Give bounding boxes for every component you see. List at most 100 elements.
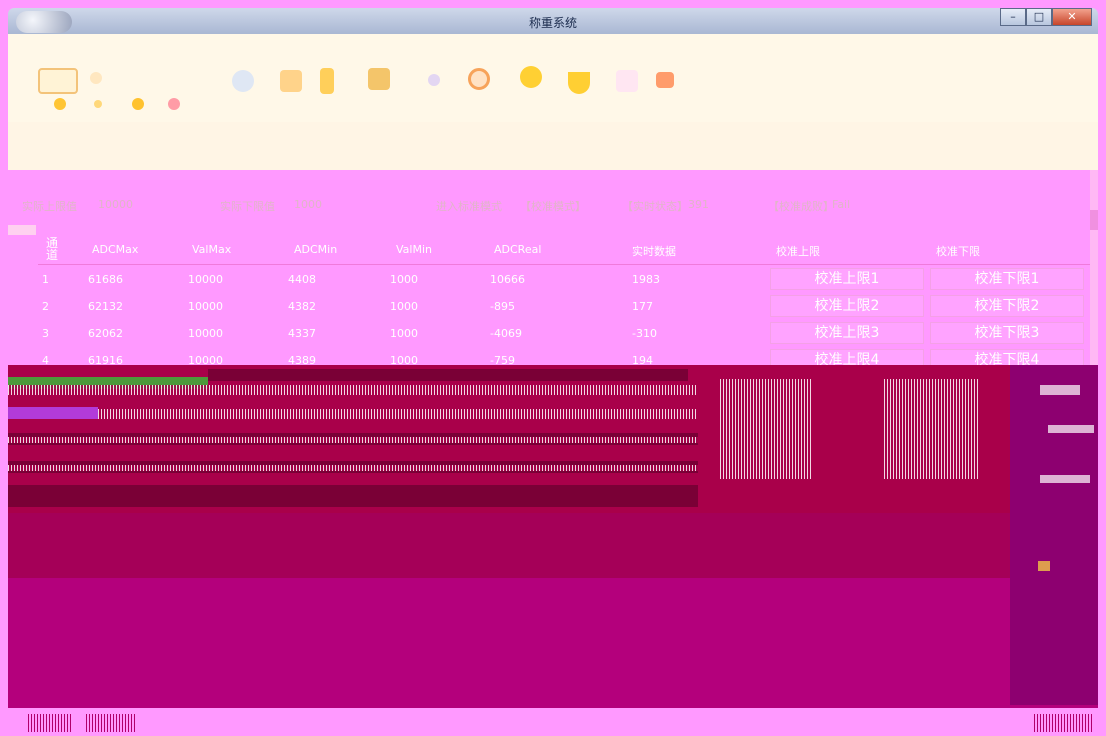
cell-valmax: 10000 (188, 273, 223, 286)
col-adcreal: ADCReal (494, 243, 542, 256)
cell-valmin: 1000 (390, 300, 418, 313)
star-icon[interactable] (320, 68, 334, 94)
calibration-result-label: 【校准成败】 (768, 200, 834, 213)
arrow-right-icon[interactable] (656, 72, 674, 88)
glitch-bit (1040, 385, 1080, 395)
col-valmin: ValMin (396, 243, 432, 256)
col-channel: 通道 (46, 236, 59, 262)
cell-adcmin: 4382 (288, 300, 316, 313)
calibrate-lower-button[interactable]: 校准下限3 (930, 322, 1084, 344)
dot-icon-1 (54, 98, 66, 110)
grid-corner (8, 225, 36, 235)
lower-band (8, 513, 1098, 578)
cell-adcmax: 61686 (88, 273, 123, 286)
cell-realtime: -310 (632, 327, 657, 340)
arrow-up-icon[interactable] (616, 70, 638, 92)
close-button[interactable]: ✕ (1052, 8, 1092, 26)
glitch-bar (8, 407, 98, 419)
lower-limit-value: 1000 (294, 198, 322, 211)
glitch-block (8, 485, 698, 507)
col-calib-lower: 校准下限 (936, 245, 980, 258)
upper-limit-value: 10000 (98, 198, 133, 211)
cell-adcmin: 4337 (288, 327, 316, 340)
status-item (86, 714, 136, 732)
maximize-button[interactable]: □ (1026, 8, 1052, 26)
cell-channel: 1 (42, 273, 49, 286)
circle-icon-2[interactable] (428, 74, 440, 86)
calibrate-lower-button[interactable]: 校准下限2 (930, 295, 1084, 317)
window-title: 称重系统 (528, 16, 577, 30)
right-panel (1010, 365, 1098, 705)
folder-icon[interactable] (232, 70, 254, 92)
upper-limit-label: 实际上限值 (22, 200, 77, 213)
shield-icon[interactable] (568, 72, 590, 94)
grid-header: 通道 ADCMax ValMax ADCMin ValMin ADCReal 实… (38, 231, 1098, 265)
corrupted-region (8, 365, 1098, 513)
table-row: 1 61686 10000 4408 1000 10666 1983 校准上限1… (38, 267, 1098, 293)
info-bar: 实际上限值 10000 实际下限值 1000 进入标准模式 【校准模式】 【实时… (8, 190, 1098, 220)
cell-realtime: 177 (632, 300, 653, 313)
calibrate-upper-button[interactable]: 校准上限2 (770, 295, 924, 317)
settings-icon[interactable] (38, 68, 78, 94)
realtime-status-value: 391 (688, 198, 709, 211)
col-valmax: ValMax (192, 243, 232, 256)
glitch-stripe (8, 437, 698, 443)
glitch-bit (1040, 475, 1090, 483)
circle-icon[interactable] (90, 72, 102, 84)
scrollbar-thumb[interactable] (1090, 210, 1098, 230)
cell-realtime: 1983 (632, 273, 660, 286)
cell-valmax: 10000 (188, 327, 223, 340)
cell-adcreal: -4069 (490, 327, 522, 340)
dot-icon-2 (94, 100, 102, 108)
glitch-stripe (98, 409, 698, 419)
glitch-bit (1038, 561, 1050, 571)
cell-adcmax: 62062 (88, 327, 123, 340)
col-adcmin: ADCMin (294, 243, 338, 256)
col-adcmax: ADCMax (92, 243, 139, 256)
app-window: 称重系统 – □ ✕ 实际上限值 10000 实际下限值 1000 进入标准模式… (0, 0, 1106, 736)
cell-channel: 2 (42, 300, 49, 313)
col-realtime: 实时数据 (632, 245, 676, 258)
bottom-panel (8, 578, 1098, 708)
calibrate-upper-button[interactable]: 校准上限3 (770, 322, 924, 344)
table-row: 3 62062 10000 4337 1000 -4069 -310 校准上限3… (38, 321, 1098, 347)
glitch-block (208, 369, 688, 381)
status-bar (0, 708, 1106, 736)
cell-adcmin: 4408 (288, 273, 316, 286)
table-row: 2 62132 10000 4382 1000 -895 177 校准上限2 校… (38, 294, 1098, 320)
window-controls: – □ ✕ (1000, 8, 1092, 26)
col-calib-upper: 校准上限 (776, 245, 820, 258)
glitch-stripe (8, 465, 698, 471)
gear-icon[interactable] (468, 68, 490, 90)
cell-adcreal: 10666 (490, 273, 525, 286)
banner (8, 122, 1098, 170)
ribbon (8, 34, 1098, 122)
glitch-stripe (720, 379, 812, 479)
calibration-grid: 通道 ADCMax ValMax ADCMin ValMin ADCReal 实… (8, 225, 1098, 371)
cell-adcreal: -895 (490, 300, 515, 313)
status-item (1034, 714, 1094, 732)
bell-icon[interactable] (368, 68, 390, 90)
status-item (28, 714, 72, 732)
mode-label: 进入标准模式 (436, 200, 502, 213)
cell-valmax: 10000 (188, 300, 223, 313)
calibrate-upper-button[interactable]: 校准上限1 (770, 268, 924, 290)
dot-icon-3 (132, 98, 144, 110)
glitch-bit (1048, 425, 1094, 433)
calibration-result-value: Fail (832, 198, 851, 211)
cell-channel: 3 (42, 327, 49, 340)
dot-icon-4 (168, 98, 180, 110)
heart-icon[interactable] (520, 66, 542, 88)
title-bar: 称重系统 – □ ✕ (8, 8, 1098, 34)
minimize-button[interactable]: – (1000, 8, 1026, 26)
cell-valmin: 1000 (390, 327, 418, 340)
glitch-stripe (884, 379, 980, 479)
vertical-scrollbar[interactable] (1090, 170, 1098, 365)
glitch-stripe (8, 385, 698, 395)
calibrate-lower-button[interactable]: 校准下限1 (930, 268, 1084, 290)
export-icon[interactable] (280, 70, 302, 92)
lower-limit-label: 实际下限值 (220, 200, 275, 213)
cell-adcmax: 62132 (88, 300, 123, 313)
realtime-status-label: 【实时状态】 (622, 200, 688, 213)
mode-value[interactable]: 【校准模式】 (520, 198, 586, 214)
